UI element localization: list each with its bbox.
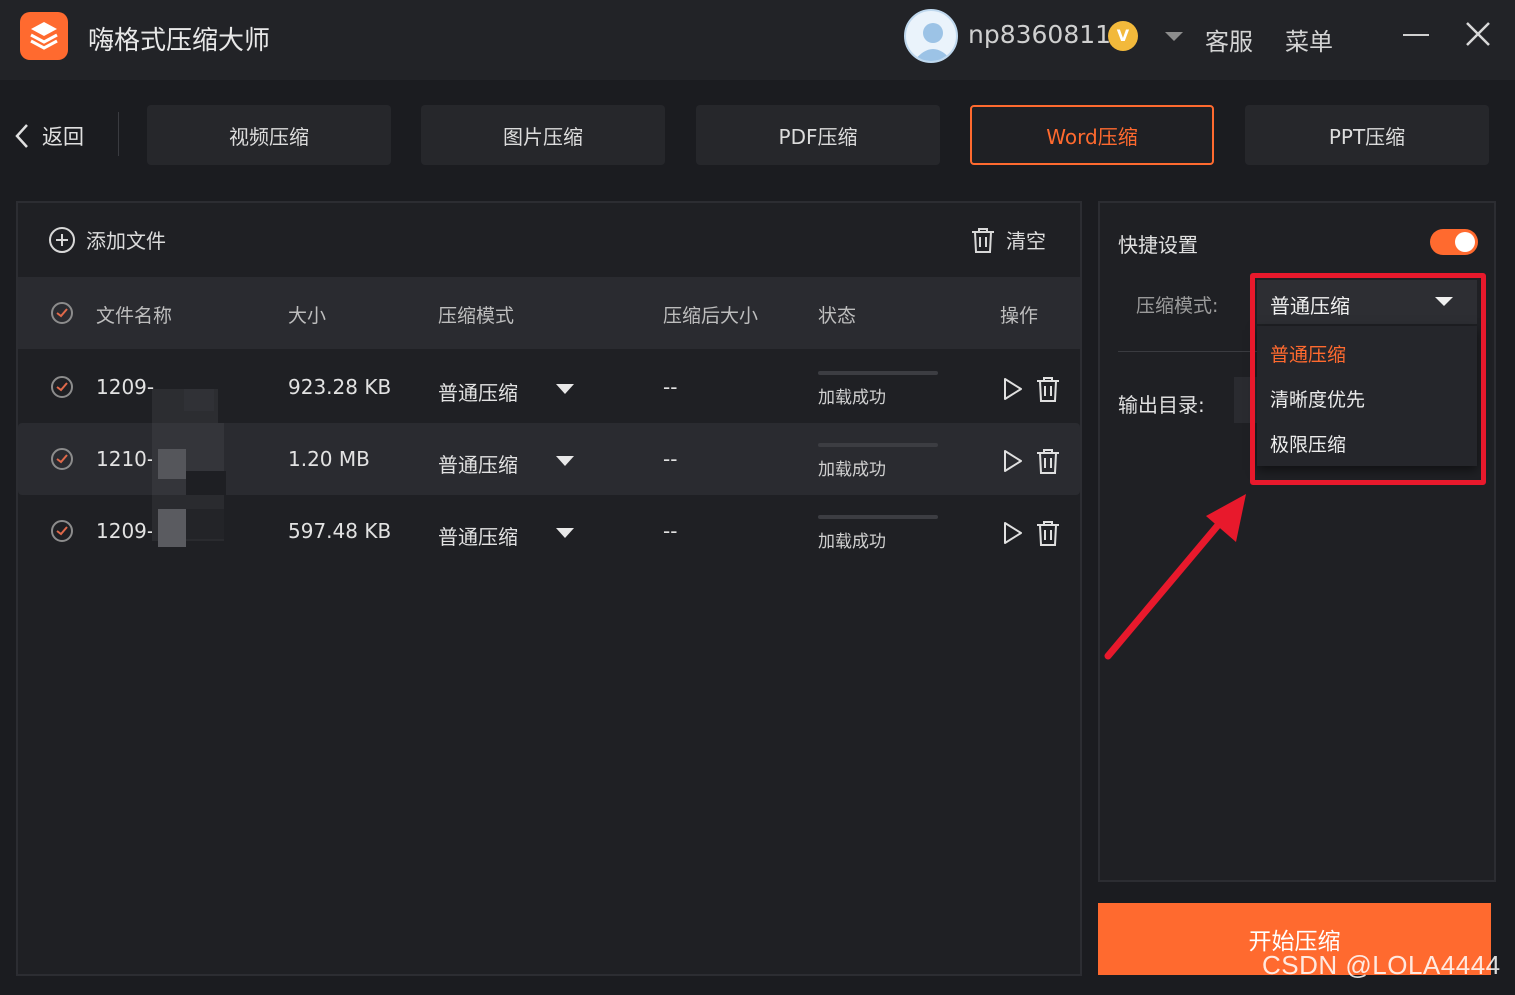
chevron-down-icon[interactable] <box>556 528 574 538</box>
add-file-button[interactable]: 添加文件 <box>48 225 166 254</box>
compress-mode-label: 压缩模式: <box>1136 295 1219 317</box>
mode-select[interactable]: 普通压缩 <box>438 449 518 478</box>
mode-select[interactable]: 普通压缩 <box>438 521 518 550</box>
quick-settings-toggle[interactable] <box>1430 229 1478 255</box>
select-all-checkbox[interactable] <box>51 302 73 324</box>
row-checkbox[interactable] <box>51 520 73 542</box>
file-name: 1209- <box>96 519 155 543</box>
column-header-size: 大小 <box>288 305 327 327</box>
column-header-status: 状态 <box>818 305 857 327</box>
trash-icon[interactable] <box>1036 519 1060 547</box>
status-progress <box>818 515 938 519</box>
tab-ppt-compress[interactable]: PPT压缩 <box>1245 105 1489 165</box>
blurred-filename <box>186 471 226 495</box>
row-checkbox[interactable] <box>51 376 73 398</box>
mode-select[interactable]: 普通压缩 <box>438 377 518 406</box>
compressed-size: -- <box>663 447 678 471</box>
clear-button[interactable]: 清空 <box>970 225 1046 254</box>
chevron-down-icon[interactable] <box>556 384 574 394</box>
file-size: 597.48 KB <box>288 519 392 543</box>
add-file-label: 添加文件 <box>86 229 166 253</box>
chevron-left-icon <box>15 124 28 148</box>
trash-icon[interactable] <box>1036 375 1060 403</box>
vip-badge-icon: V <box>1108 21 1138 51</box>
file-size: 1.20 MB <box>288 447 370 471</box>
play-icon[interactable] <box>1002 521 1024 545</box>
menu-link[interactable]: 菜单 <box>1285 22 1333 57</box>
status-text: 加载成功 <box>818 532 886 552</box>
back-button[interactable]: 返回 <box>14 118 84 154</box>
column-header-mode: 压缩模式 <box>438 305 515 327</box>
add-circle-icon <box>49 226 75 253</box>
status-progress <box>818 443 938 447</box>
trash-icon <box>972 227 994 253</box>
compressed-size: -- <box>663 519 678 543</box>
output-directory-label: 输出目录: <box>1118 393 1205 417</box>
table-row: 1209- 597.48 KB 普通压缩 -- 加载成功 <box>18 495 1080 567</box>
support-link[interactable]: 客服 <box>1205 22 1253 57</box>
watermark: CSDN @LOLA4444 <box>1262 950 1501 980</box>
file-list-panel: 添加文件 清空 文件名称 大小 压缩模式 压缩后大小 状态 操作 1209- 9… <box>16 201 1082 976</box>
table-row: 1209- 923.28 KB 普通压缩 -- 加载成功 <box>18 351 1080 425</box>
divider <box>1118 351 1258 352</box>
chevron-down-icon <box>1435 297 1453 306</box>
user-menu-chevron-down-icon[interactable] <box>1165 32 1183 41</box>
compress-mode-select[interactable]: 普通压缩 <box>1257 280 1477 324</box>
play-icon[interactable] <box>1002 377 1024 401</box>
column-header-actions: 操作 <box>1000 305 1039 327</box>
blurred-filename <box>184 389 214 411</box>
back-label: 返回 <box>42 125 84 149</box>
quick-settings-title: 快捷设置 <box>1118 233 1198 257</box>
tab-word-compress[interactable]: Word压缩 <box>970 105 1214 165</box>
chevron-down-icon[interactable] <box>556 456 574 466</box>
blurred-filename <box>186 509 224 539</box>
table-header: 文件名称 大小 压缩模式 压缩后大小 状态 操作 <box>18 277 1080 349</box>
tab-image-compress[interactable]: 图片压缩 <box>421 105 665 165</box>
play-icon[interactable] <box>1002 449 1024 473</box>
option-normal[interactable]: 普通压缩 <box>1270 340 1346 367</box>
tab-pdf-compress[interactable]: PDF压缩 <box>696 105 940 165</box>
status-progress <box>818 371 938 375</box>
column-header-name: 文件名称 <box>96 305 173 327</box>
blurred-filename <box>158 449 186 479</box>
clear-label: 清空 <box>1006 229 1046 253</box>
file-toolbar: 添加文件 清空 <box>18 203 1080 277</box>
option-extreme[interactable]: 极限压缩 <box>1270 430 1346 457</box>
status-text: 加载成功 <box>818 460 886 480</box>
minimize-icon[interactable] <box>1403 34 1429 36</box>
app-title: 嗨格式压缩大师 <box>88 26 271 56</box>
column-header-compressed-size: 压缩后大小 <box>663 305 759 327</box>
tab-video-compress[interactable]: 视频压缩 <box>147 105 391 165</box>
close-icon[interactable] <box>1464 20 1492 48</box>
file-name: 1210- <box>96 447 155 471</box>
compressed-size: -- <box>663 375 678 399</box>
file-size: 923.28 KB <box>288 375 392 399</box>
title-bar: 嗨格式压缩大师 np8360811 V 客服 菜单 <box>0 0 1515 80</box>
blurred-filename <box>158 509 186 547</box>
divider <box>118 112 119 156</box>
username[interactable]: np8360811 <box>968 20 1111 49</box>
file-name: 1209- <box>96 375 155 399</box>
table-row: 1210- 1.20 MB 普通压缩 -- 加载成功 <box>18 423 1080 495</box>
annotation-arrow-icon <box>1104 494 1246 660</box>
option-clarity-first[interactable]: 清晰度优先 <box>1270 385 1365 412</box>
row-checkbox[interactable] <box>51 448 73 470</box>
status-text: 加载成功 <box>818 388 886 408</box>
app-logo-icon <box>20 12 68 60</box>
trash-icon[interactable] <box>1036 447 1060 475</box>
compress-mode-dropdown: 普通压缩 清晰度优先 极限压缩 <box>1257 326 1477 466</box>
select-value: 普通压缩 <box>1270 294 1350 318</box>
user-avatar[interactable] <box>904 9 958 63</box>
